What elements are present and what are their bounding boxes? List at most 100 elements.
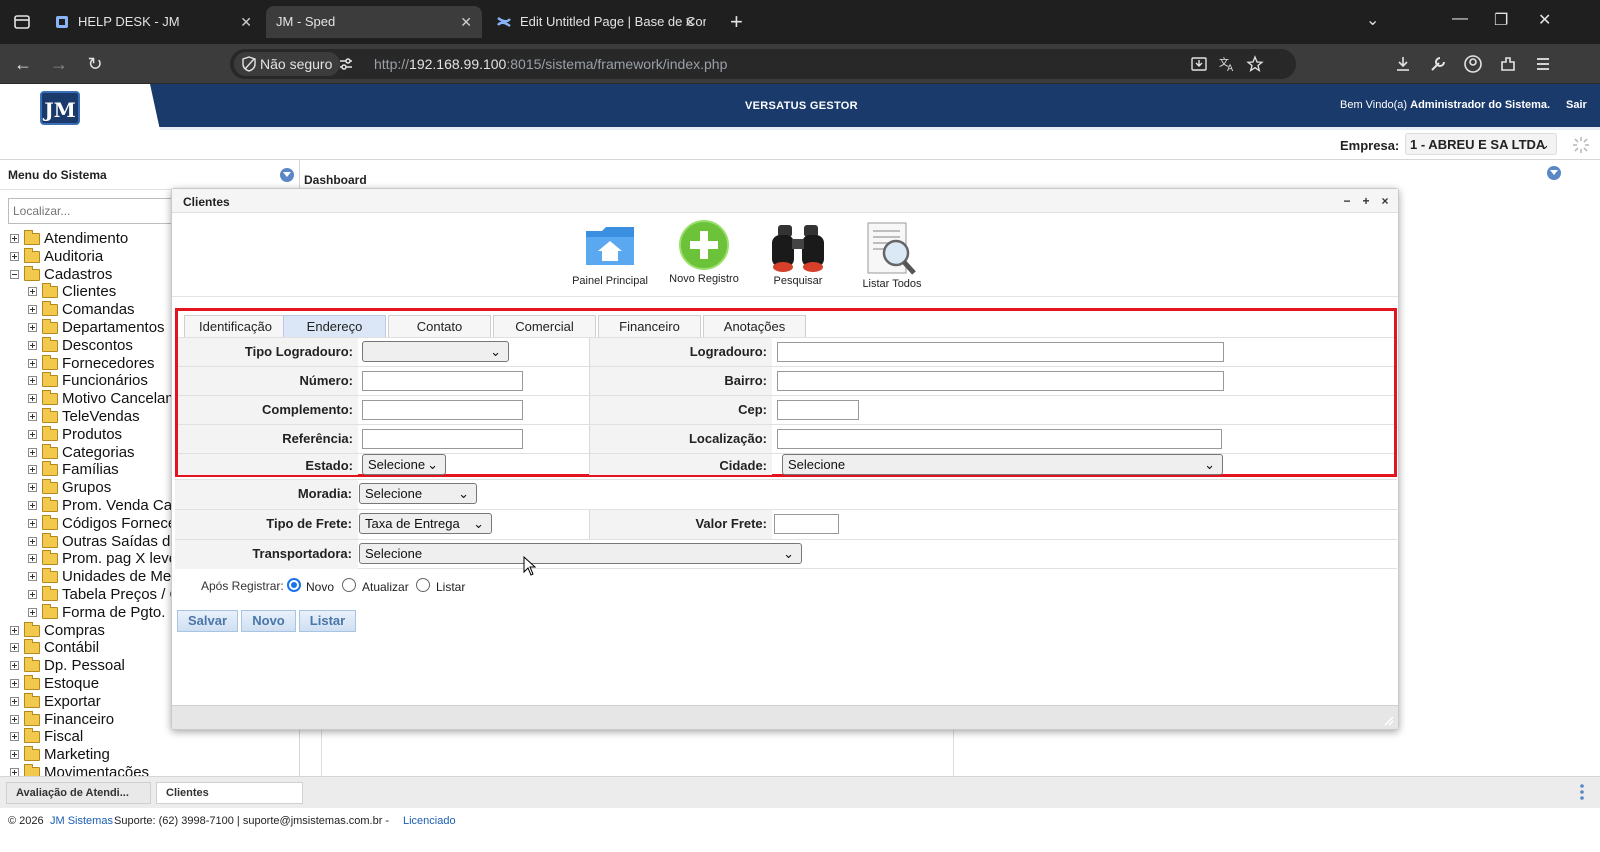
expand-node-icon[interactable] xyxy=(28,483,37,493)
referencia-input[interactable] xyxy=(362,429,523,449)
window-titlebar[interactable]: Clientes − + × xyxy=(172,189,1398,213)
browser-tab-edit-page[interactable]: Edit Untitled Page | Base de Cor ✕ xyxy=(484,6,706,38)
menu-search-input[interactable] xyxy=(8,198,178,224)
more-options-icon[interactable] xyxy=(1580,783,1584,801)
translate-icon[interactable]: 文A xyxy=(1218,55,1236,73)
company-link[interactable]: JM Sistemas xyxy=(50,815,113,827)
expand-node-icon[interactable] xyxy=(28,340,37,350)
restore-icon[interactable]: ❐ xyxy=(1494,10,1508,30)
expand-node-icon[interactable] xyxy=(28,305,37,315)
expand-node-icon[interactable] xyxy=(28,394,37,404)
expand-node-icon[interactable] xyxy=(28,465,37,475)
collapse-node-icon[interactable] xyxy=(10,269,19,279)
download-icon[interactable] xyxy=(1393,54,1413,74)
expand-node-icon[interactable] xyxy=(10,251,19,261)
collapse-dashboard-icon[interactable] xyxy=(1547,166,1561,180)
logradouro-input[interactable] xyxy=(777,342,1224,362)
tab-anotacoes[interactable]: Anotações xyxy=(703,315,806,337)
new-tab-icon[interactable]: + xyxy=(730,8,743,36)
expand-node-icon[interactable] xyxy=(28,429,37,439)
expand-node-icon[interactable] xyxy=(28,572,37,582)
radio-listar[interactable] xyxy=(416,578,430,592)
logout-link[interactable]: Sair xyxy=(1566,99,1587,111)
expand-node-icon[interactable] xyxy=(28,412,37,421)
minimize-window-icon[interactable]: − xyxy=(1340,194,1354,208)
bairro-input[interactable] xyxy=(777,371,1224,391)
expand-node-icon[interactable] xyxy=(10,661,19,671)
divider xyxy=(172,296,1398,297)
expand-node-icon[interactable] xyxy=(28,518,37,528)
expand-node-icon[interactable] xyxy=(28,501,37,510)
maximize-window-icon[interactable]: + xyxy=(1359,194,1373,208)
expand-node-icon[interactable] xyxy=(28,536,37,546)
tipo-frete-select[interactable]: Taxa de Entrega ⌄ xyxy=(359,513,492,534)
expand-node-icon[interactable] xyxy=(28,323,37,332)
estado-select[interactable]: Selecione ⌄ xyxy=(362,454,446,475)
close-window-icon[interactable]: × xyxy=(1378,194,1392,208)
tab-financeiro[interactable]: Financeiro xyxy=(598,315,701,337)
tab-search-icon[interactable] xyxy=(8,8,36,36)
radio-novo[interactable] xyxy=(287,578,301,592)
novo-button[interactable]: Novo xyxy=(241,610,296,632)
radio-atualizar[interactable] xyxy=(342,578,356,592)
reload-icon[interactable]: ↻ xyxy=(84,53,106,75)
tab-comercial[interactable]: Comercial xyxy=(493,315,596,337)
tipo-logradouro-select[interactable]: ⌄ xyxy=(362,341,509,362)
jm-logo[interactable]: JM xyxy=(40,91,80,125)
expand-node-icon[interactable] xyxy=(10,732,19,742)
minimize-icon[interactable]: — xyxy=(1452,10,1468,28)
menu-icon[interactable] xyxy=(1533,54,1553,74)
security-chip[interactable]: Não seguro xyxy=(234,52,341,76)
close-tab-icon[interactable]: ✕ xyxy=(240,6,252,38)
expand-node-icon[interactable] xyxy=(10,714,19,724)
expand-node-icon[interactable] xyxy=(10,625,19,635)
tab-list-chevron-icon[interactable]: ⌄ xyxy=(1366,10,1379,30)
close-tab-icon[interactable]: ✕ xyxy=(460,6,472,38)
browser-tab-jm-sped[interactable]: JM - Sped ✕ xyxy=(266,6,482,38)
expand-node-icon[interactable] xyxy=(28,358,37,368)
valor-frete-input[interactable] xyxy=(774,514,839,534)
resize-grip-icon[interactable] xyxy=(1384,716,1394,726)
back-icon[interactable]: ← xyxy=(12,53,34,75)
salvar-button[interactable]: Salvar xyxy=(177,610,238,632)
localizacao-input[interactable] xyxy=(777,429,1222,449)
expand-node-icon[interactable] xyxy=(28,607,37,617)
expand-node-icon[interactable] xyxy=(10,234,19,243)
wrench-icon[interactable] xyxy=(1428,54,1448,74)
numero-input[interactable] xyxy=(362,371,523,391)
tab-endereco[interactable]: Endereço xyxy=(283,315,386,337)
license-link[interactable]: Licenciado xyxy=(403,815,456,827)
tab-identificacao[interactable]: Identificação xyxy=(184,315,287,337)
transportadora-select[interactable]: Selecione ⌄ xyxy=(359,543,802,564)
expand-node-icon[interactable] xyxy=(10,679,19,688)
complemento-input[interactable] xyxy=(362,400,523,420)
expand-node-icon[interactable] xyxy=(10,696,19,706)
profile-icon[interactable] xyxy=(1463,54,1483,74)
expand-node-icon[interactable] xyxy=(10,750,19,760)
tab-contato[interactable]: Contato xyxy=(388,315,491,337)
forward-icon[interactable]: → xyxy=(48,53,70,75)
site-settings-icon[interactable] xyxy=(338,56,354,72)
cep-input[interactable] xyxy=(777,400,859,420)
collapse-sidebar-icon[interactable] xyxy=(280,168,294,182)
company-select[interactable]: 1 - ABREU E SA LTDA ⌄ xyxy=(1405,133,1557,155)
moradia-select[interactable]: Selecione ⌄ xyxy=(359,483,477,504)
url-text[interactable]: http://192.168.99.100:8015/sistema/frame… xyxy=(374,49,727,79)
install-app-icon[interactable] xyxy=(1190,55,1208,73)
expand-node-icon[interactable] xyxy=(28,590,37,599)
close-window-icon[interactable]: ✕ xyxy=(1538,10,1551,30)
listar-button[interactable]: Listar xyxy=(299,610,356,632)
expand-node-icon[interactable] xyxy=(28,287,37,297)
expand-node-icon[interactable] xyxy=(28,447,37,457)
cidade-select[interactable]: Selecione ⌄ xyxy=(782,454,1223,475)
expand-node-icon[interactable] xyxy=(28,554,37,564)
omnibox[interactable]: Não seguro http://192.168.99.100:8015/si… xyxy=(230,49,1296,79)
taskbar-tab-avaliacao[interactable]: Avaliação de Atendi... xyxy=(6,782,151,804)
expand-node-icon[interactable] xyxy=(10,643,19,653)
close-tab-icon[interactable]: ✕ xyxy=(684,6,696,38)
taskbar-tab-clientes[interactable]: Clientes xyxy=(156,782,303,804)
expand-node-icon[interactable] xyxy=(28,376,37,386)
extensions-icon[interactable] xyxy=(1498,54,1518,74)
bookmark-star-icon[interactable] xyxy=(1246,55,1264,73)
browser-tab-helpdesk[interactable]: HELP DESK - JM ✕ xyxy=(42,6,262,38)
